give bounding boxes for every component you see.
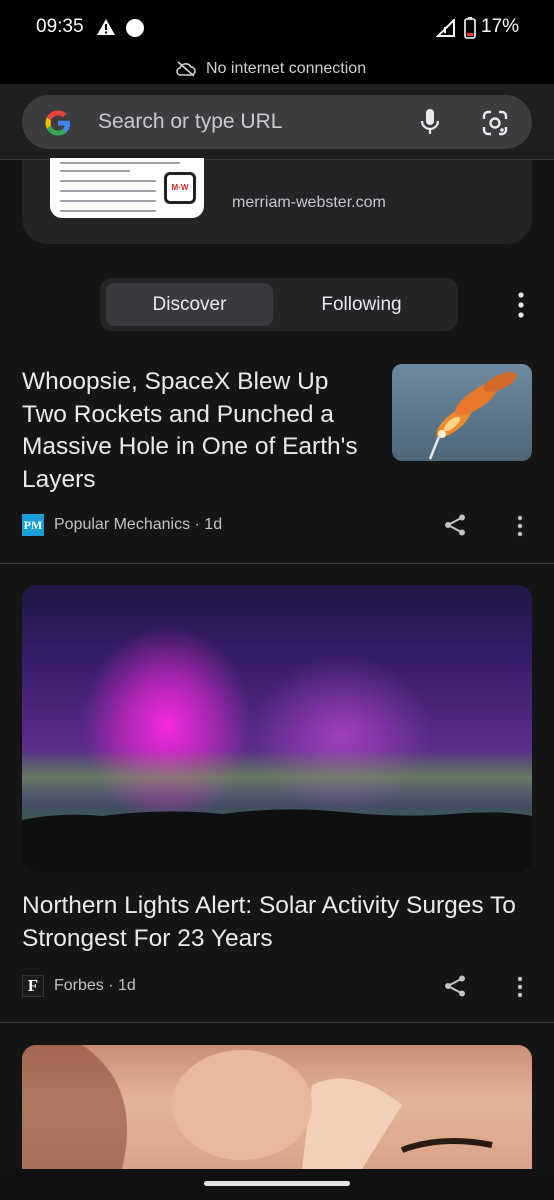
divider	[0, 1022, 554, 1023]
google-logo-icon	[45, 110, 70, 136]
status-bar: 09:35 17%	[0, 0, 554, 56]
article-thumbnail[interactable]	[392, 364, 532, 461]
rocket-explosion-image	[428, 372, 517, 460]
previous-article-card[interactable]: M·W merriam-webster.com	[22, 158, 532, 244]
article-age: 1d	[204, 516, 223, 533]
clock: 09:35	[36, 16, 84, 37]
forbes-logo-icon: F	[22, 975, 44, 997]
previous-article-thumbnail: M·W	[50, 158, 204, 218]
share-icon[interactable]	[443, 974, 467, 998]
warning-icon	[97, 19, 115, 35]
omnibox-placeholder: Search or type URL	[98, 110, 283, 133]
tab-discover[interactable]: Discover	[106, 283, 273, 326]
feed-menu-icon[interactable]	[514, 292, 528, 318]
signal-icon	[436, 19, 455, 37]
source-name: Forbes	[54, 977, 104, 994]
tab-following[interactable]: Following	[278, 283, 445, 326]
battery-percentage: 17%	[481, 16, 520, 37]
share-icon[interactable]	[443, 513, 467, 537]
omnibox[interactable]: Search or type URL	[22, 95, 532, 149]
article-hero-image[interactable]	[22, 1045, 532, 1169]
google-lens-icon[interactable]	[481, 109, 509, 137]
browser-toolbar: Search or type URL	[0, 84, 554, 160]
article-source: F Forbes · 1d	[22, 975, 136, 997]
article-age: 1d	[118, 977, 136, 994]
notification-dot-icon	[126, 19, 144, 37]
offline-banner: No internet connection	[0, 56, 554, 84]
merriam-webster-logo-icon: M·W	[164, 172, 196, 204]
divider	[0, 563, 554, 564]
article-source: PM Popular Mechanics · 1d	[22, 514, 222, 536]
previous-article-domain: merriam-webster.com	[232, 194, 386, 211]
article-title[interactable]: Whoopsie, SpaceX Blew Up Two Rockets and…	[22, 366, 372, 496]
article-hero-image[interactable]	[22, 585, 532, 872]
feed-tabs: Discover Following	[100, 278, 458, 331]
source-name: Popular Mechanics	[54, 516, 191, 533]
cloud-off-icon	[176, 61, 196, 77]
more-options-icon[interactable]	[514, 976, 526, 998]
battery-icon	[464, 17, 476, 39]
article-title[interactable]: Northern Lights Alert: Solar Activity Su…	[22, 890, 522, 955]
more-options-icon[interactable]	[514, 515, 526, 537]
offline-text: No internet connection	[206, 60, 367, 77]
microphone-icon[interactable]	[418, 108, 442, 136]
popular-mechanics-logo-icon: PM	[22, 514, 44, 536]
home-gesture-handle[interactable]	[204, 1181, 350, 1186]
